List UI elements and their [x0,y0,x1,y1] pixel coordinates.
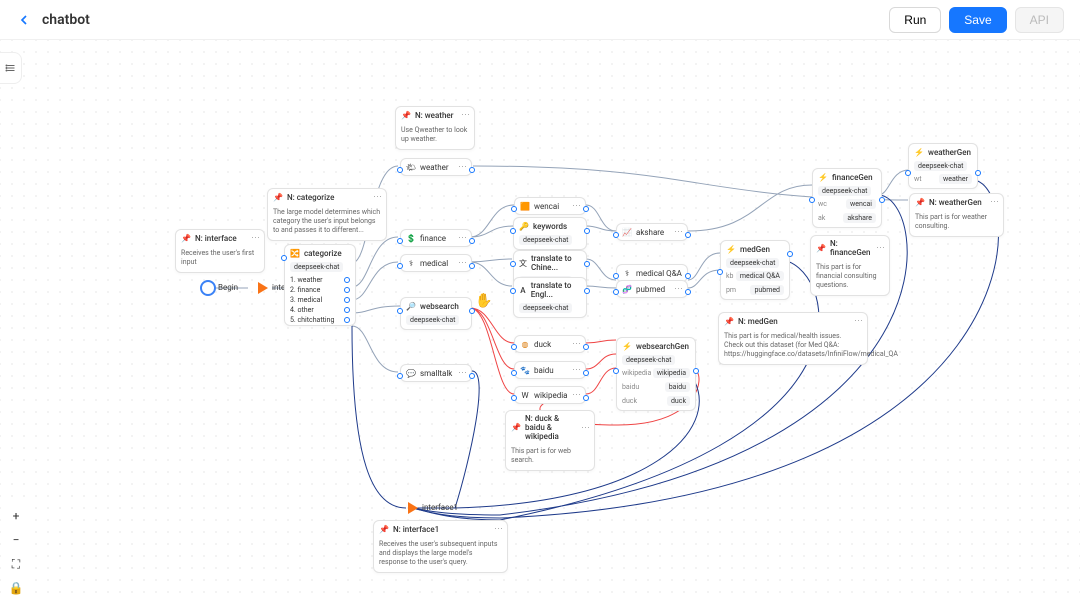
node-smalltalk[interactable]: 💬smalltalk⋯ [400,364,472,382]
node-begin[interactable] [200,280,216,296]
note-categorize[interactable]: 📌N: categorize⋯ The large model determin… [267,188,387,241]
note-interface1[interactable]: 📌N: interface1⋯ Receives the user's subs… [373,520,508,573]
node-categorize[interactable]: 🔀categorize deepseek-chat 1. weather 2. … [284,244,356,326]
note-weather-gen[interactable]: 📌N: weatherGen⋯ This part is for weather… [909,193,1004,237]
save-button[interactable]: Save [949,7,1006,33]
edges-layer [0,40,1080,600]
sidebar-toggle[interactable] [0,52,22,84]
run-button[interactable]: Run [889,7,941,33]
back-arrow-icon[interactable] [16,12,32,28]
node-finance[interactable]: 💲finance⋯ [400,229,472,247]
node-med-gen[interactable]: ⚡medGen deepseek-chat kbmedical Q&A pmpu… [720,240,790,300]
interface1-label: interface1 [422,503,458,512]
node-weather[interactable]: 🌤weather⋯ [400,158,472,176]
header: chatbot Run Save API [0,0,1080,40]
node-pubmed[interactable]: 🧬pubmed⋯ [616,280,688,298]
node-websearch-gen[interactable]: ⚡websearchGen deepseek-chat wikipediawik… [616,337,696,411]
zoom-in-button[interactable]: + [6,506,26,526]
fit-view-button[interactable]: ⛶ [6,554,26,574]
grab-cursor-icon: ✋ [475,293,492,309]
note-websearch[interactable]: 📌N: duck & baidu & wikipedia⋯ This part … [505,410,595,471]
note-finance-gen[interactable]: 📌N: financeGen⋯ This part is for financi… [810,235,890,296]
api-button[interactable]: API [1015,7,1064,33]
node-medical[interactable]: ⚕medical⋯ [400,254,472,272]
node-baidu[interactable]: 🐾baidu⋯ [514,361,586,379]
node-weather-gen[interactable]: ⚡weatherGen deepseek-chat wtweather [908,143,978,189]
node-wencai[interactable]: 🟧wencai⋯ [514,197,586,215]
node-finance-gen[interactable]: ⚡financeGen deepseek-chat wcwencai akaks… [812,168,882,228]
begin-label: Begin [218,283,238,292]
node-duck[interactable]: ◍duck⋯ [514,335,586,353]
note-med-gen[interactable]: 📌N: medGen⋯ This part is for medical/hea… [718,312,868,365]
node-interface1-tri[interactable] [408,502,418,514]
zoom-controls: + − ⛶ 🔒 [6,506,26,598]
page-title: chatbot [42,12,90,28]
node-akshare[interactable]: 📈akshare⋯ [616,223,688,241]
node-keywords[interactable]: 🔑keywords deepseek-chat [513,217,587,250]
flow-canvas[interactable]: Begin interface 📌N: interface⋯ Receives … [0,40,1080,600]
lock-button[interactable]: 🔒 [6,578,26,598]
note-weather[interactable]: 📌N: weather⋯ Use Qweather to look up wea… [395,106,475,150]
zoom-out-button[interactable]: − [6,530,26,550]
note-interface[interactable]: 📌N: interface⋯ Receives the user's first… [175,229,265,273]
node-translate-english[interactable]: Atranslate to Engl... deepseek-chat [513,277,587,318]
node-wikipedia[interactable]: Wwikipedia⋯ [514,386,586,404]
node-websearch[interactable]: 🔎websearch deepseek-chat [400,297,472,330]
node-interface-tri[interactable] [258,282,268,294]
